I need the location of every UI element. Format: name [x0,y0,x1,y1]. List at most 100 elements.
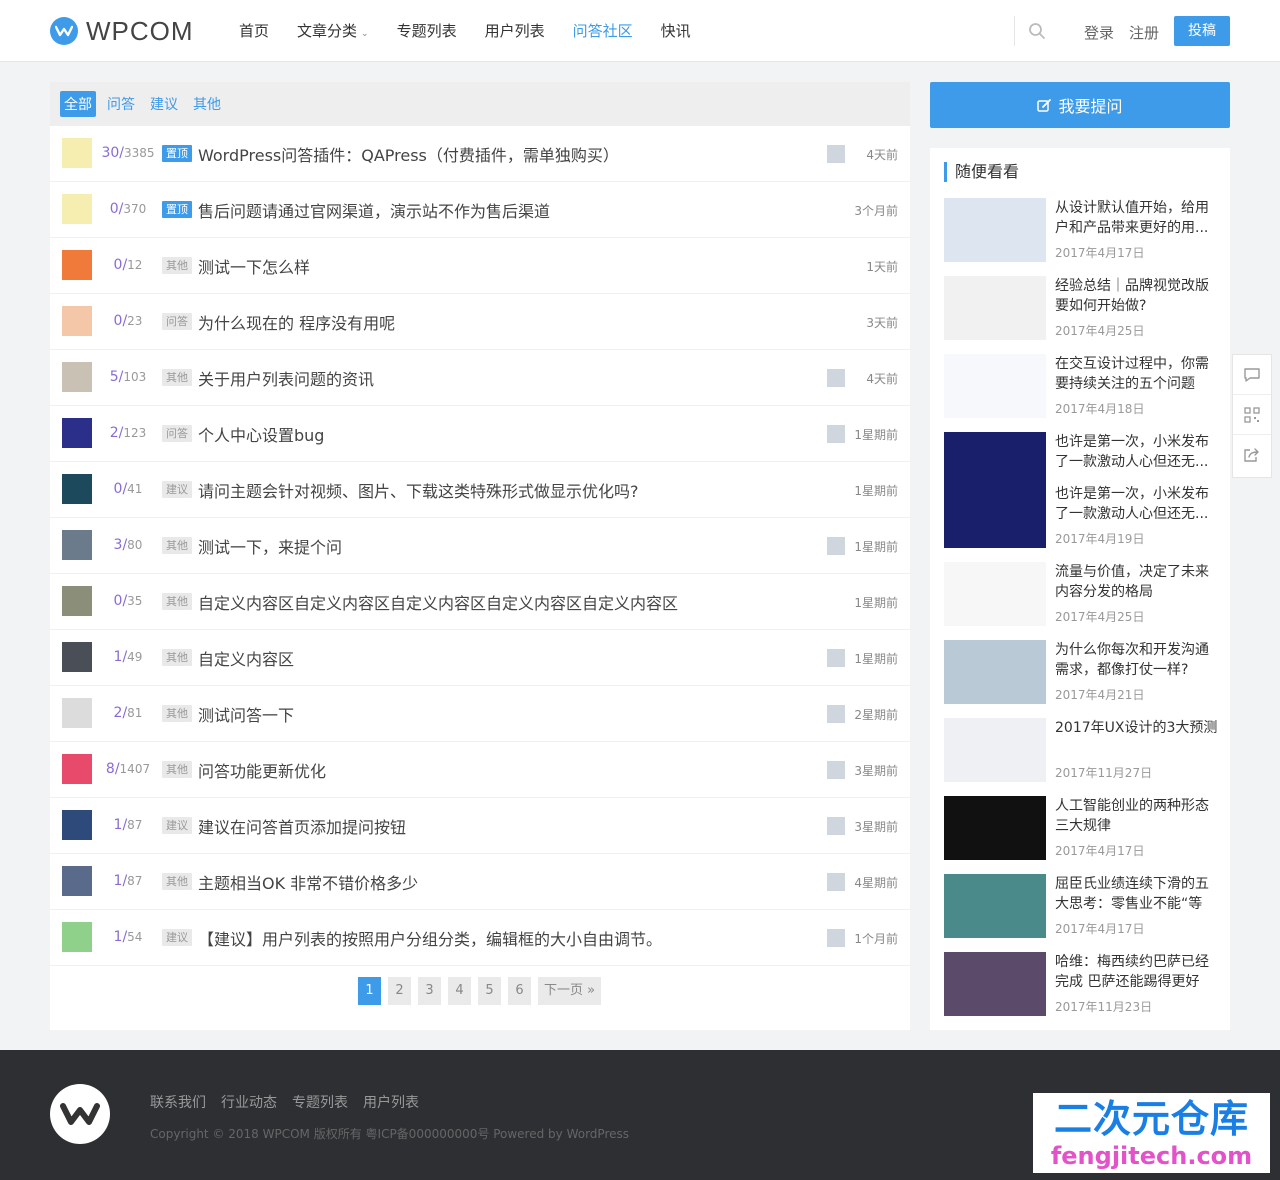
category-badge[interactable]: 其他 [162,537,192,554]
category-badge[interactable]: 建议 [162,929,192,946]
category-badge[interactable]: 建议 [162,817,192,834]
article-thumbnail[interactable] [944,874,1046,938]
question-row[interactable]: 1/49 其他 自定义内容区 1星期前 [50,630,910,686]
category-badge[interactable]: 其他 [162,593,192,610]
question-title[interactable]: WordPress问答插件：QAPress（付费插件，需单独购买） [198,142,619,166]
ask-question-button[interactable]: 我要提问 [930,82,1230,128]
last-reply-avatar[interactable] [827,369,845,387]
next-page-button[interactable]: 下一页 » [538,977,602,1005]
page-4-button[interactable]: 4 [448,977,471,1005]
page-6-button[interactable]: 6 [508,977,531,1005]
article-thumbnail[interactable] [944,640,1046,704]
sidebar-article[interactable]: 哈维：梅西续约巴萨已经完成 巴萨还能踢得更好 2017年11月23日 [944,952,1222,1016]
user-avatar[interactable] [62,306,92,336]
question-row[interactable]: 1/87 建议 建议在问答首页添加提问按钮 3星期前 [50,798,910,854]
last-reply-avatar[interactable] [827,705,845,723]
sidebar-article[interactable]: 屈臣氏业绩连续下滑的五大思考：零售业不能“等 2017年4月17日 [944,874,1222,938]
user-avatar[interactable] [62,138,92,168]
user-avatar[interactable] [62,194,92,224]
question-title[interactable]: 请问主题会针对视频、图片、下载这类特殊形式做显示优化吗? [198,478,639,502]
question-title[interactable]: 主题相当OK 非常不错价格多少 [198,870,418,894]
register-link[interactable]: 注册 [1129,22,1159,43]
category-badge[interactable]: 其他 [162,873,192,890]
question-title[interactable]: 【建议】用户列表的按照用户分组分类，编辑框的大小自由调节。 [198,926,662,950]
article-thumbnail[interactable] [944,354,1046,418]
article-thumbnail[interactable] [944,276,1046,340]
page-5-button[interactable]: 5 [478,977,501,1005]
last-reply-avatar[interactable] [827,425,845,443]
footer-link-topics[interactable]: 专题列表 [292,1092,348,1112]
last-reply-avatar[interactable] [827,761,845,779]
question-row[interactable]: 5/103 其他 关于用户列表问题的资讯 4天前 [50,350,910,406]
user-avatar[interactable] [62,698,92,728]
nav-item-categories[interactable]: 文章分类 ⌄ [283,0,383,62]
footer-link-industry[interactable]: 行业动态 [221,1092,277,1112]
category-badge[interactable]: 置顶 [162,145,192,162]
sidebar-article[interactable]: 为什么你每次和开发沟通需求，都像打仗一样? 2017年4月21日 [944,640,1222,704]
user-avatar[interactable] [62,754,92,784]
user-avatar[interactable] [62,530,92,560]
page-1-button[interactable]: 1 [358,977,381,1005]
footer-link-contact[interactable]: 联系我们 [150,1092,206,1112]
page-2-button[interactable]: 2 [388,977,411,1005]
category-badge[interactable]: 置顶 [162,201,192,218]
tab-other[interactable]: 其他 [189,91,225,117]
article-title[interactable]: 也许是第一次，小米发布了一款激动人心但还无... [1055,484,1222,524]
article-title[interactable]: 流量与价值，决定了未来内容分发的格局 [1055,562,1222,602]
nav-item-news[interactable]: 快讯 [647,0,705,62]
user-avatar[interactable] [62,586,92,616]
user-avatar[interactable] [62,474,92,504]
last-reply-avatar[interactable] [827,873,845,891]
search-icon[interactable] [1028,22,1046,44]
question-title[interactable]: 自定义内容区自定义内容区自定义内容区自定义内容区自定义内容区 [198,590,678,614]
category-badge[interactable]: 问答 [162,425,192,442]
question-title[interactable]: 测试一下怎么样 [198,254,310,278]
category-badge[interactable]: 其他 [162,369,192,386]
question-row[interactable]: 0/370 置顶 售后问题请通过官网渠道，演示站不作为售后渠道 3个月前 [50,182,910,238]
article-title[interactable]: 经验总结｜品牌视觉改版要如何开始做? [1055,276,1222,316]
question-title[interactable]: 测试问答一下 [198,702,294,726]
last-reply-avatar[interactable] [827,929,845,947]
question-row[interactable]: 1/54 建议 【建议】用户列表的按照用户分组分类，编辑框的大小自由调节。 1个月前 [50,910,910,966]
question-title[interactable]: 为什么现在的 程序没有用呢 [198,310,395,334]
sidebar-article[interactable]: 在交互设计过程中，你需要持续关注的五个问题 2017年4月18日 [944,354,1222,418]
last-reply-avatar[interactable] [827,145,845,163]
question-title[interactable]: 建议在问答首页添加提问按钮 [198,814,406,838]
last-reply-avatar[interactable] [827,537,845,555]
comment-icon[interactable] [1233,355,1271,395]
tab-all[interactable]: 全部 [60,91,96,117]
question-title[interactable]: 自定义内容区 [198,646,294,670]
question-title[interactable]: 问答功能更新优化 [198,758,326,782]
article-title[interactable]: 从设计默认值开始，给用户和产品带来更好的用... [1055,198,1222,238]
article-title[interactable]: 人工智能创业的两种形态三大规律 [1055,796,1222,836]
footer-link-users[interactable]: 用户列表 [363,1092,419,1112]
category-badge[interactable]: 其他 [162,257,192,274]
qrcode-icon[interactable] [1233,395,1271,435]
article-title[interactable]: 2017年UX设计的3大预测 [1055,718,1222,738]
login-link[interactable]: 登录 [1084,22,1114,43]
site-logo[interactable]: WPCOM [50,16,194,46]
question-title[interactable]: 个人中心设置bug [198,422,324,446]
question-row[interactable]: 0/35 其他 自定义内容区自定义内容区自定义内容区自定义内容区自定义内容区 1星期前 [50,574,910,630]
tab-suggestion[interactable]: 建议 [146,91,182,117]
article-thumbnail[interactable] [944,718,1046,782]
article-title[interactable]: 哈维：梅西续约巴萨已经完成 巴萨还能踢得更好 [1055,952,1222,992]
sidebar-article[interactable]: 人工智能创业的两种形态三大规律 2017年4月17日 [944,796,1222,860]
category-badge[interactable]: 其他 [162,705,192,722]
last-reply-avatar[interactable] [827,649,845,667]
article-title[interactable]: 也许是第一次，小米发布了一款激动人心但还无... [1055,432,1222,472]
question-row[interactable]: 8/1407 其他 问答功能更新优化 3星期前 [50,742,910,798]
nav-item-users[interactable]: 用户列表 [471,0,559,62]
category-badge[interactable]: 其他 [162,649,192,666]
question-row[interactable]: 1/87 其他 主题相当OK 非常不错价格多少 4星期前 [50,854,910,910]
user-avatar[interactable] [62,250,92,280]
question-row[interactable]: 2/81 其他 测试问答一下 2星期前 [50,686,910,742]
user-avatar[interactable] [62,810,92,840]
article-thumbnail[interactable] [944,562,1046,626]
sidebar-article[interactable]: 从设计默认值开始，给用户和产品带来更好的用... 2017年4月17日 [944,198,1222,262]
question-row[interactable]: 0/12 其他 测试一下怎么样 1天前 [50,238,910,294]
nav-item-home[interactable]: 首页 [225,0,283,62]
article-title[interactable]: 在交互设计过程中，你需要持续关注的五个问题 [1055,354,1222,394]
question-row[interactable]: 30/3385 置顶 WordPress问答插件：QAPress（付费插件，需单独购… [50,126,910,182]
sidebar-article[interactable]: 经验总结｜品牌视觉改版要如何开始做? 2017年4月25日 [944,276,1222,340]
